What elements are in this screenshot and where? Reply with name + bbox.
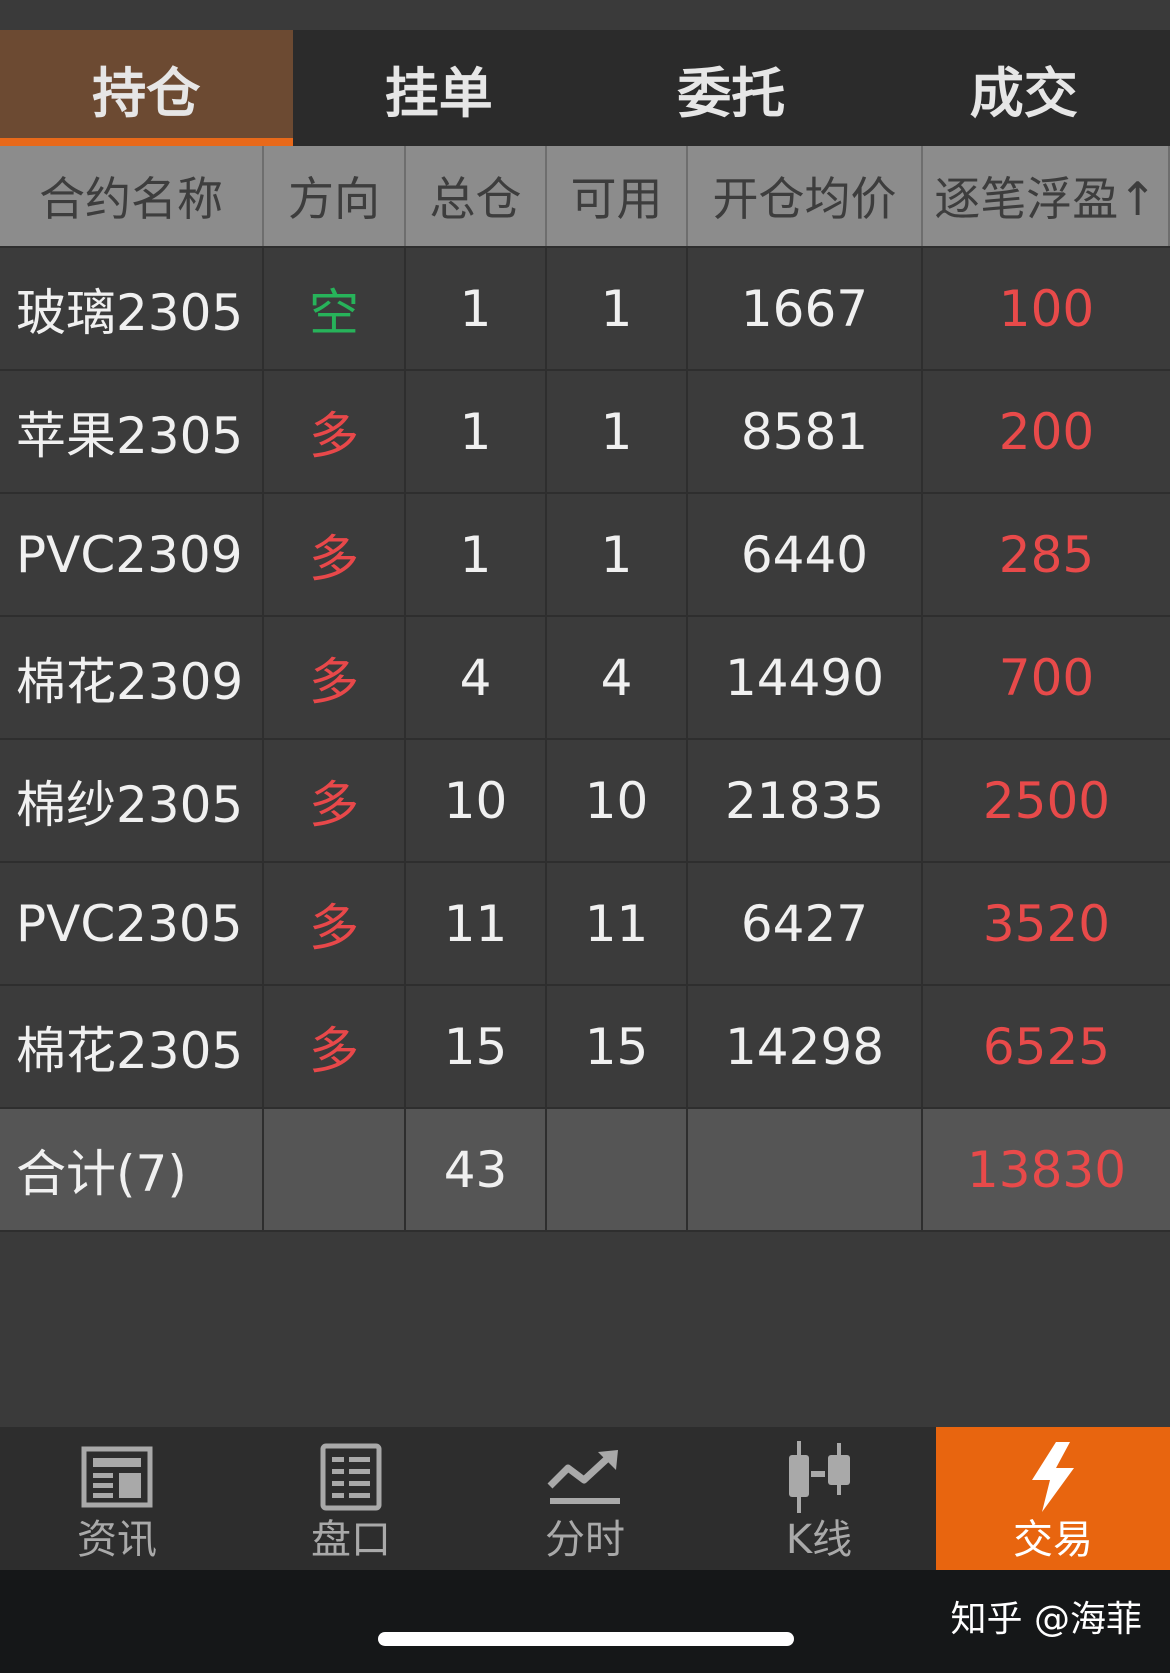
header-total-position[interactable]: 总仓 [406,146,547,246]
open-avg-price: 6427 [688,863,923,984]
total-available-empty [547,1109,688,1230]
available: 4 [547,617,688,738]
table-row[interactable]: 玻璃2305 空 1 1 1667 100 [0,248,1170,371]
tab-trades[interactable]: 成交 [878,30,1170,146]
contract-name: 棉纱2305 [0,740,264,861]
table-row[interactable]: PVC2309 多 1 1 6440 285 [0,494,1170,617]
total-direction-empty [264,1109,406,1230]
app-root: 持仓 挂单 委托 成交 合约名称 方向 总仓 可用 开仓均价 逐笔浮盈↑ 玻璃2… [0,0,1170,1673]
table-row[interactable]: 棉纱2305 多 10 10 21835 2500 [0,740,1170,863]
open-avg-price: 14490 [688,617,923,738]
total-price-empty [688,1109,923,1230]
total-position: 10 [406,740,547,861]
order-book-icon [311,1439,391,1515]
total-pnl: 13830 [966,1140,1127,1199]
table-header: 合约名称 方向 总仓 可用 开仓均价 逐笔浮盈↑ [0,146,1170,248]
contract-name: 棉花2309 [0,617,264,738]
table-row[interactable]: PVC2305 多 11 11 6427 3520 [0,863,1170,986]
header-available[interactable]: 可用 [547,146,688,246]
tab-positions[interactable]: 持仓 [0,30,293,146]
total-row: 合计(7) 43 13830 [0,1109,1170,1232]
total-position: 1 [406,371,547,492]
direction: 多 [264,617,406,738]
nav-label: 盘口 [311,1517,391,1563]
total-position: 15 [406,986,547,1107]
open-avg-price: 8581 [688,371,923,492]
header-direction[interactable]: 方向 [264,146,406,246]
system-footer: 知乎 @海菲 [0,1570,1170,1673]
contract-name: 苹果2305 [0,371,264,492]
direction: 多 [264,494,406,615]
header-floating-pnl-sort[interactable]: 逐笔浮盈↑ [923,146,1170,246]
candlestick-icon [779,1439,859,1515]
total-position: 11 [406,863,547,984]
tab-pending-orders[interactable]: 挂单 [293,30,586,146]
contract-name: PVC2305 [0,863,264,984]
contract-name: PVC2309 [0,494,264,615]
nav-label: 资讯 [77,1517,157,1563]
open-avg-price: 21835 [688,740,923,861]
available: 1 [547,494,688,615]
nav-news[interactable]: 资讯 [0,1427,234,1570]
total-position-sum: 43 [406,1109,547,1230]
available: 15 [547,986,688,1107]
bottom-nav: 资讯 盘口 分时 K线 交易 [0,1427,1170,1570]
news-icon [77,1439,157,1515]
nav-label: K线 [785,1517,853,1563]
direction: 空 [264,248,406,369]
direction: 多 [264,371,406,492]
open-avg-price: 1667 [688,248,923,369]
direction: 多 [264,740,406,861]
home-indicator[interactable] [378,1632,794,1646]
floating-pnl: 3520 [982,894,1111,953]
contract-name: 玻璃2305 [0,248,264,369]
contract-name: 棉花2305 [0,986,264,1107]
trend-chart-icon [545,1439,625,1515]
watermark: 知乎 @海菲 [950,1599,1142,1640]
status-bar [0,0,1170,30]
direction: 多 [264,863,406,984]
table-row[interactable]: 棉花2305 多 15 15 14298 6525 [0,986,1170,1109]
nav-label: 交易 [1013,1517,1093,1563]
header-open-avg-price[interactable]: 开仓均价 [688,146,923,246]
available: 11 [547,863,688,984]
available: 10 [547,740,688,861]
floating-pnl: 285 [998,525,1095,584]
available: 1 [547,248,688,369]
top-tabs: 持仓 挂单 委托 成交 [0,30,1170,146]
floating-pnl: 6525 [982,1017,1111,1076]
tab-orders[interactable]: 委托 [585,30,878,146]
positions-table: 合约名称 方向 总仓 可用 开仓均价 逐笔浮盈↑ 玻璃2305 空 1 1 16… [0,146,1170,1232]
table-row[interactable]: 苹果2305 多 1 1 8581 200 [0,371,1170,494]
total-position: 1 [406,248,547,369]
nav-kline[interactable]: K线 [702,1427,936,1570]
nav-order-book[interactable]: 盘口 [234,1427,468,1570]
open-avg-price: 6440 [688,494,923,615]
open-avg-price: 14298 [688,986,923,1107]
total-label: 合计(7) [0,1109,264,1230]
floating-pnl: 200 [998,402,1095,461]
total-position: 1 [406,494,547,615]
total-position: 4 [406,617,547,738]
available: 1 [547,371,688,492]
nav-trade[interactable]: 交易 [936,1427,1170,1570]
floating-pnl: 100 [998,279,1095,338]
direction: 多 [264,986,406,1107]
header-contract-name[interactable]: 合约名称 [0,146,264,246]
nav-label: 分时 [545,1517,625,1563]
table-row[interactable]: 棉花2309 多 4 4 14490 700 [0,617,1170,740]
floating-pnl: 2500 [982,771,1111,830]
floating-pnl: 700 [998,648,1095,707]
nav-intraday[interactable]: 分时 [468,1427,702,1570]
lightning-icon [1013,1439,1093,1515]
